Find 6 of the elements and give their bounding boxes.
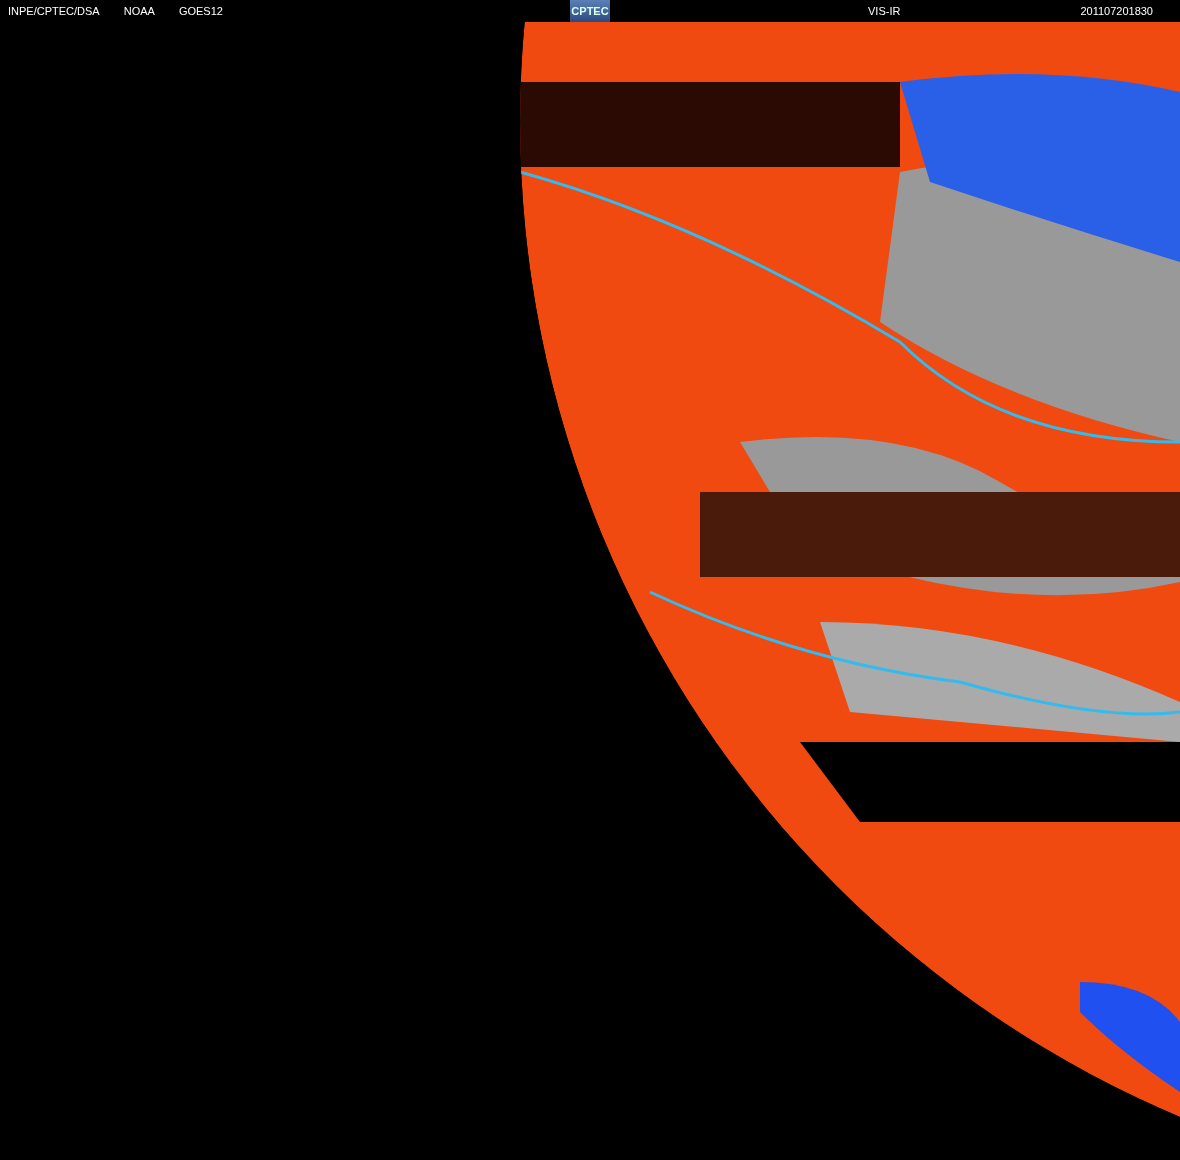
header-label: INPE/CPTEC/DSA bbox=[8, 5, 100, 17]
timestamp-label: 201107201830 bbox=[1080, 5, 1153, 17]
logo-badge: CPTEC bbox=[570, 0, 610, 22]
header-label: NOAA bbox=[123, 5, 155, 17]
channel-label: VIS-IR bbox=[868, 5, 901, 17]
header-label: GOES12 bbox=[178, 5, 223, 17]
